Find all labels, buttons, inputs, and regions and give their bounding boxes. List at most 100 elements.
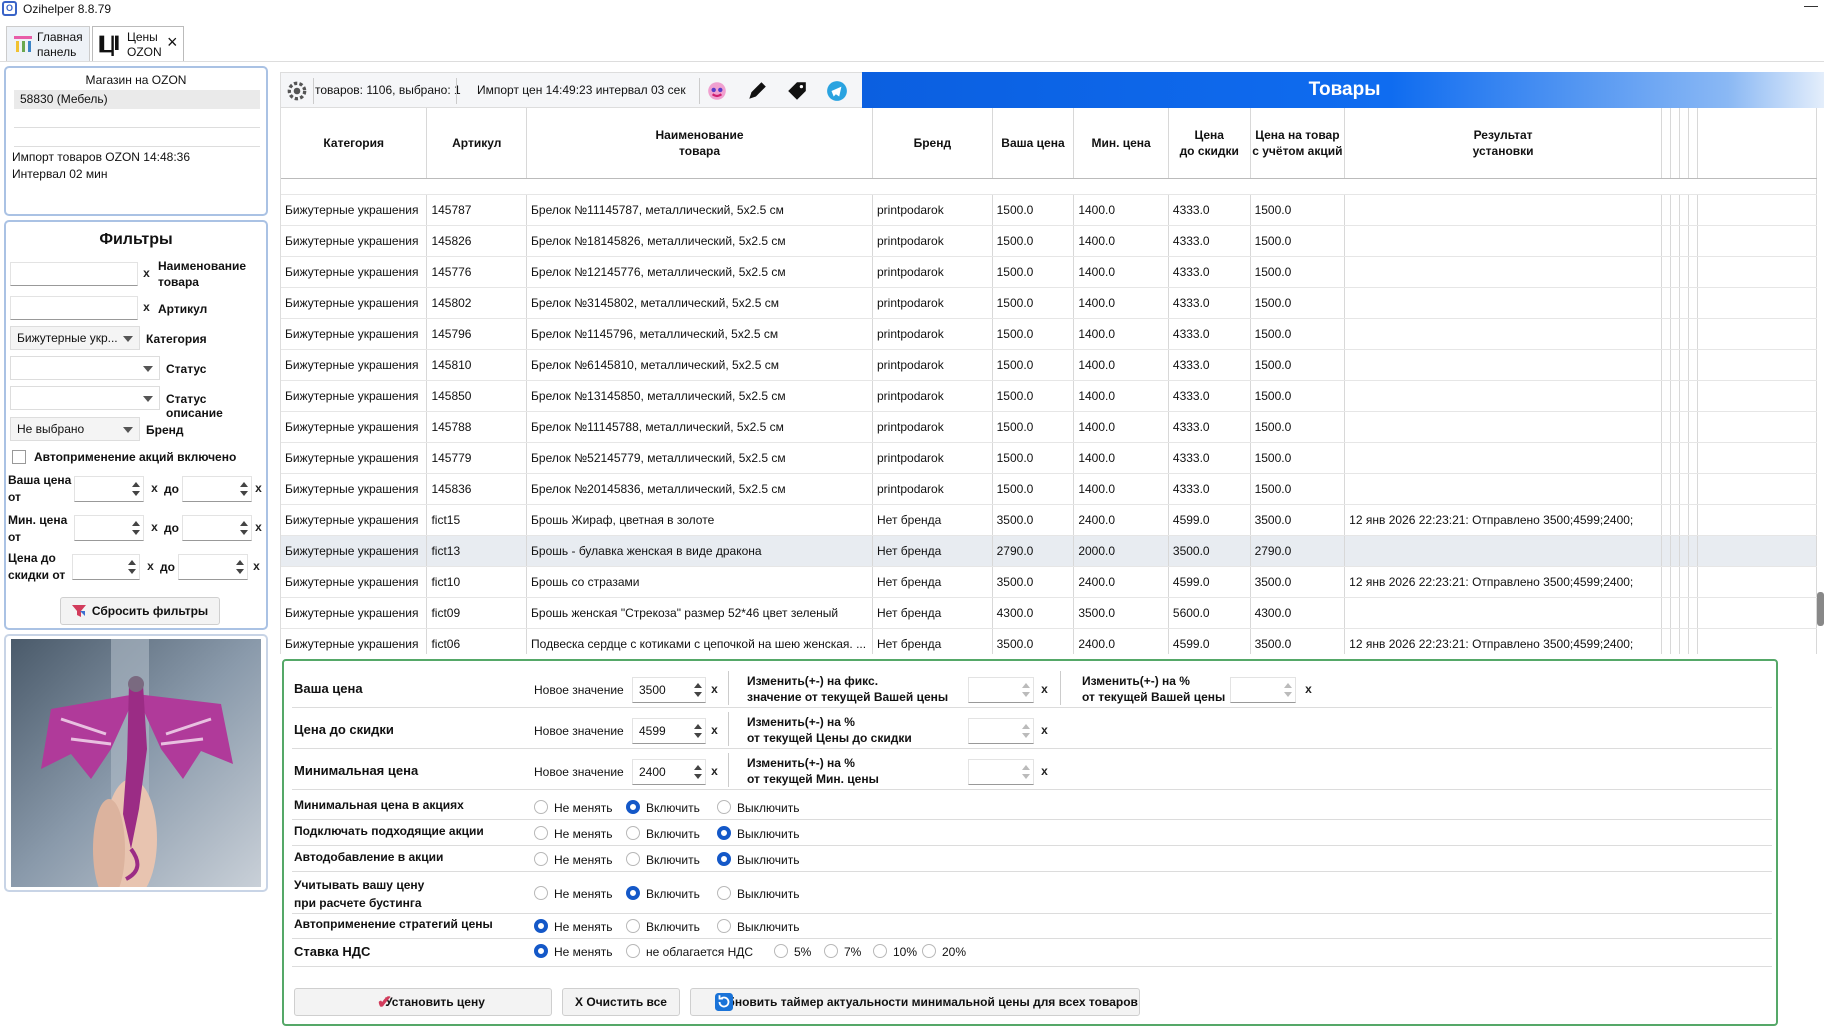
- radio-button[interactable]: [534, 826, 548, 840]
- price-new-clear[interactable]: x: [708, 678, 721, 702]
- table-scrollbar-thumb[interactable]: [1817, 592, 1824, 626]
- column-header[interactable]: Ваша цена: [992, 108, 1075, 179]
- table-row[interactable]: Бижутерные украшения fict15 Брошь Жираф, ц…: [281, 504, 1817, 536]
- disc-to-clear[interactable]: x: [250, 555, 263, 579]
- column-header[interactable]: Категория: [281, 108, 428, 179]
- spin-up-icon[interactable]: [132, 521, 140, 526]
- price-new-value-spinner[interactable]: 3500: [632, 677, 706, 703]
- min-from-spinner[interactable]: [74, 515, 144, 541]
- status-select[interactable]: [10, 356, 160, 380]
- column-header[interactable]: Цена до скидки: [1168, 108, 1251, 179]
- edit-icon[interactable]: [743, 78, 771, 104]
- spin-up-icon[interactable]: [1022, 765, 1030, 770]
- table-row[interactable]: Бижутерные украшения 145788 Брелок №111457…: [281, 411, 1817, 443]
- reset-filters-button[interactable]: Сбросить фильтры: [60, 597, 220, 625]
- radio-button[interactable]: [626, 886, 640, 900]
- column-header-extra[interactable]: [1679, 108, 1689, 179]
- tab-close-button[interactable]: ×: [167, 32, 178, 53]
- min-pct-clear[interactable]: x: [1038, 760, 1051, 784]
- minimize-button[interactable]: [1804, 6, 1818, 7]
- price-to-spinner[interactable]: [182, 476, 252, 502]
- radio-button[interactable]: [626, 919, 640, 933]
- spin-up-icon[interactable]: [694, 765, 702, 770]
- settings-icon[interactable]: [286, 80, 308, 102]
- article-clear-button[interactable]: x: [140, 296, 153, 320]
- name-clear-button[interactable]: x: [140, 262, 153, 286]
- vat-radio-button[interactable]: [824, 944, 838, 958]
- radio-button[interactable]: [626, 852, 640, 866]
- spin-down-icon[interactable]: [1284, 692, 1292, 697]
- brand-select[interactable]: Не выбрано: [10, 417, 140, 441]
- store-list-item[interactable]: 58830 (Мебель): [14, 90, 260, 109]
- price-to-clear[interactable]: x: [252, 477, 265, 501]
- radio-button[interactable]: [717, 886, 731, 900]
- column-header-extra[interactable]: [1661, 108, 1671, 179]
- spin-down-icon[interactable]: [694, 774, 702, 779]
- table-row[interactable]: Бижутерные украшения 145787 Брелок №111457…: [281, 194, 1817, 226]
- article-filter-input[interactable]: [10, 296, 138, 320]
- table-row[interactable]: Бижутерные украшения 145802 Брелок №314580…: [281, 287, 1817, 319]
- column-header[interactable]: Результат установки: [1344, 108, 1662, 179]
- spin-down-icon[interactable]: [1022, 692, 1030, 697]
- radio-button[interactable]: [717, 826, 731, 840]
- price-from-spinner[interactable]: [74, 476, 144, 502]
- spin-down-icon[interactable]: [240, 491, 248, 496]
- table-row-partial[interactable]: [281, 178, 1817, 195]
- min-pct-spinner[interactable]: [968, 759, 1034, 785]
- radio-button[interactable]: [626, 800, 640, 814]
- column-header[interactable]: Мин. цена: [1073, 108, 1169, 179]
- radio-button[interactable]: [534, 800, 548, 814]
- column-header-extra[interactable]: [1697, 108, 1817, 179]
- price-fix-clear[interactable]: x: [1038, 678, 1051, 702]
- spin-up-icon[interactable]: [1022, 724, 1030, 729]
- category-select[interactable]: Бижутерные укр...: [10, 326, 140, 350]
- spin-down-icon[interactable]: [236, 569, 244, 574]
- table-row[interactable]: Бижутерные украшения 145826 Брелок №181458…: [281, 225, 1817, 257]
- spin-up-icon[interactable]: [240, 482, 248, 487]
- spin-up-icon[interactable]: [1022, 683, 1030, 688]
- radio-button[interactable]: [534, 852, 548, 866]
- spin-down-icon[interactable]: [240, 530, 248, 535]
- vat-radio-button[interactable]: [626, 944, 640, 958]
- table-row[interactable]: Бижутерные украшения 145776 Брелок №121457…: [281, 256, 1817, 288]
- discount-new-value-spinner[interactable]: 4599: [632, 718, 706, 744]
- disc-to-spinner[interactable]: [178, 554, 248, 580]
- price-fix-spinner[interactable]: [968, 677, 1034, 703]
- vat-radio-button[interactable]: [774, 944, 788, 958]
- set-price-button[interactable]: ✔ Установить цену: [294, 988, 552, 1016]
- vat-radio-button[interactable]: [534, 944, 548, 958]
- tab-ozon-prices[interactable]: Цены OZON ×: [92, 26, 184, 62]
- spin-up-icon[interactable]: [694, 724, 702, 729]
- clear-all-button[interactable]: X Очистить все: [562, 988, 680, 1016]
- vat-radio-button[interactable]: [873, 944, 887, 958]
- spin-down-icon[interactable]: [694, 733, 702, 738]
- stats-icon[interactable]: [703, 78, 731, 104]
- table-row[interactable]: Бижутерные украшения 145850 Брелок №131458…: [281, 380, 1817, 412]
- status-description-select[interactable]: [10, 386, 160, 410]
- radio-button[interactable]: [534, 919, 548, 933]
- spin-down-icon[interactable]: [694, 692, 702, 697]
- table-row[interactable]: Бижутерные украшения 145810 Брелок №614581…: [281, 349, 1817, 381]
- column-header-extra[interactable]: [1688, 108, 1698, 179]
- radio-button[interactable]: [534, 886, 548, 900]
- spin-down-icon[interactable]: [128, 569, 136, 574]
- name-filter-input[interactable]: [10, 262, 138, 286]
- radio-button[interactable]: [717, 800, 731, 814]
- spin-up-icon[interactable]: [694, 683, 702, 688]
- price-pct-spinner[interactable]: [1230, 677, 1296, 703]
- min-to-clear[interactable]: x: [252, 516, 265, 540]
- tab-main-panel[interactable]: Главная панель: [6, 26, 90, 62]
- price-from-clear[interactable]: x: [148, 477, 161, 501]
- column-header[interactable]: Цена на товар с учётом акций: [1250, 108, 1346, 179]
- tag-icon[interactable]: [783, 78, 811, 104]
- column-header[interactable]: Наименование товара: [526, 108, 873, 179]
- table-row[interactable]: Бижутерные украшения fict06 Подвеска сердц…: [281, 628, 1817, 654]
- spin-up-icon[interactable]: [128, 560, 136, 565]
- min-new-value-spinner[interactable]: 2400: [632, 759, 706, 785]
- column-header[interactable]: Артикул: [426, 108, 528, 179]
- telegram-icon[interactable]: [823, 78, 851, 104]
- radio-button[interactable]: [717, 919, 731, 933]
- disc-from-spinner[interactable]: [72, 554, 140, 580]
- radio-button[interactable]: [626, 826, 640, 840]
- spin-up-icon[interactable]: [132, 482, 140, 487]
